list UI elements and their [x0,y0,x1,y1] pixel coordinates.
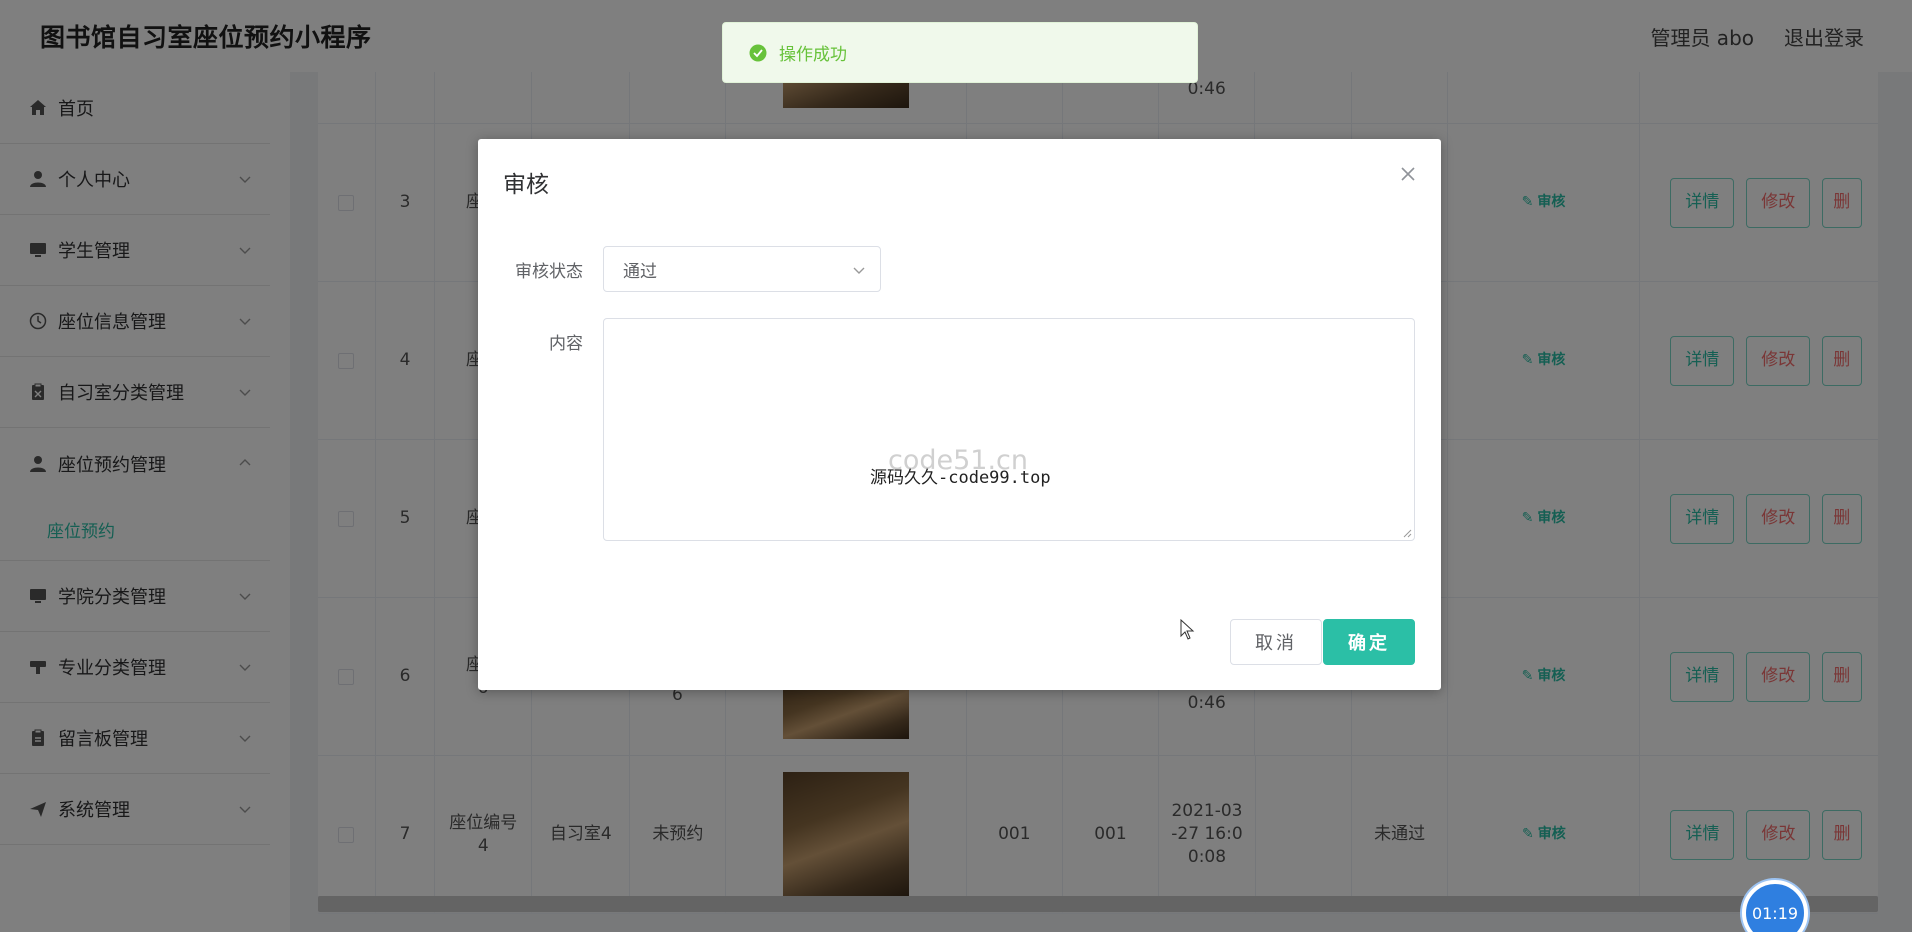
watermark: 源码久久-code99.top [870,468,1051,488]
cancel-button[interactable]: 取消 [1230,619,1322,665]
dialog-title: 审核 [503,172,549,198]
status-label: 审核状态 [515,262,583,282]
review-dialog: 审核 审核状态 通过 内容 code51.cn 源码久久-code99.top … [478,139,1441,690]
chevron-down-icon [853,267,865,274]
toast-message: 操作成功 [779,45,847,65]
success-toast: 操作成功 [722,22,1198,83]
content-label: 内容 [549,334,583,354]
status-select[interactable]: 通过 [603,246,881,292]
status-select-value: 通过 [623,261,657,282]
resize-grip-icon[interactable] [1402,528,1412,538]
close-icon[interactable] [1397,163,1419,185]
check-circle-icon [749,44,767,61]
content-textarea[interactable] [603,318,1415,541]
confirm-button[interactable]: 确定 [1323,619,1415,665]
mouse-cursor-icon [1180,619,1195,640]
